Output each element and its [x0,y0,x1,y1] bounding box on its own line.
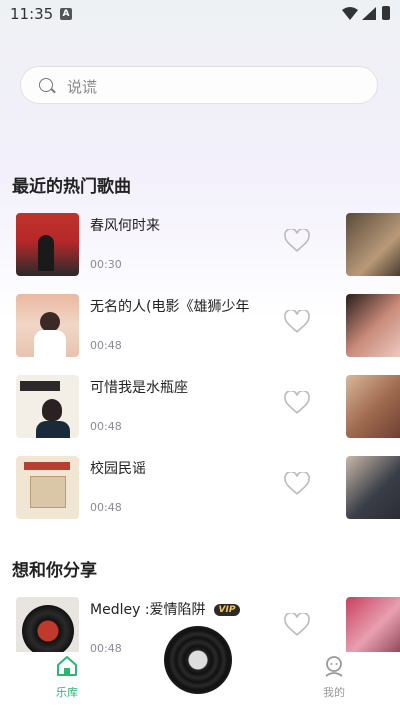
song-duration: 00:48 [90,501,122,514]
song-duration: 00:48 [90,420,122,433]
song-cover [16,294,79,357]
song-row[interactable]: 无名的人(电影《雄狮少年 00:48 [16,294,346,358]
song-row[interactable]: 可惜我是水瓶座 00:48 [16,375,346,439]
tab-library-label: 乐库 [56,686,78,699]
heart-icon[interactable] [284,613,310,637]
battery-icon [382,6,390,20]
wifi-icon [342,7,358,20]
heart-icon[interactable] [284,310,310,334]
song-row[interactable]: 春风何时来 00:30 [16,213,346,277]
song-title: Medley :爱情陷阱 VIP [90,599,241,619]
song-cover [16,456,79,519]
search-placeholder: 说谎 [67,78,98,96]
side-cover[interactable] [346,456,400,519]
song-duration: 00:30 [90,258,122,271]
song-title: 校园民谣 [90,461,146,477]
section-title-share: 想和你分享 [12,561,97,581]
profile-icon [325,656,343,677]
section-title-hot: 最近的热门歌曲 [12,177,131,197]
share-song-title: Medley :爱情陷阱 [90,602,206,618]
tab-mine[interactable]: 我的 [304,654,364,700]
home-icon [57,656,77,676]
player-disc[interactable] [164,626,232,694]
status-bar: 11:35 A [0,0,400,28]
notification-icon: A [60,8,72,20]
song-cover [16,597,79,660]
song-title: 无名的人(电影《雄狮少年 [90,299,250,315]
vip-badge: VIP [213,604,241,616]
side-cover[interactable] [346,375,400,438]
heart-icon[interactable] [284,472,310,496]
tab-mine-label: 我的 [323,686,345,699]
side-cover[interactable] [346,213,400,276]
song-cover [16,213,79,276]
side-cover[interactable] [346,294,400,357]
search-bar[interactable]: 说谎 [20,66,378,104]
heart-icon[interactable] [284,229,310,253]
song-cover [16,375,79,438]
song-duration: 00:48 [90,339,122,352]
song-row[interactable]: 校园民谣 00:48 [16,456,346,520]
status-time: 11:35 [10,5,54,23]
signal-icon [362,7,376,20]
song-title: 可惜我是水瓶座 [90,380,188,396]
side-cover[interactable] [346,597,400,660]
tab-library[interactable]: 乐库 [37,654,97,700]
song-title: 春风何时来 [90,218,160,234]
heart-icon[interactable] [284,391,310,415]
search-icon [39,78,53,92]
